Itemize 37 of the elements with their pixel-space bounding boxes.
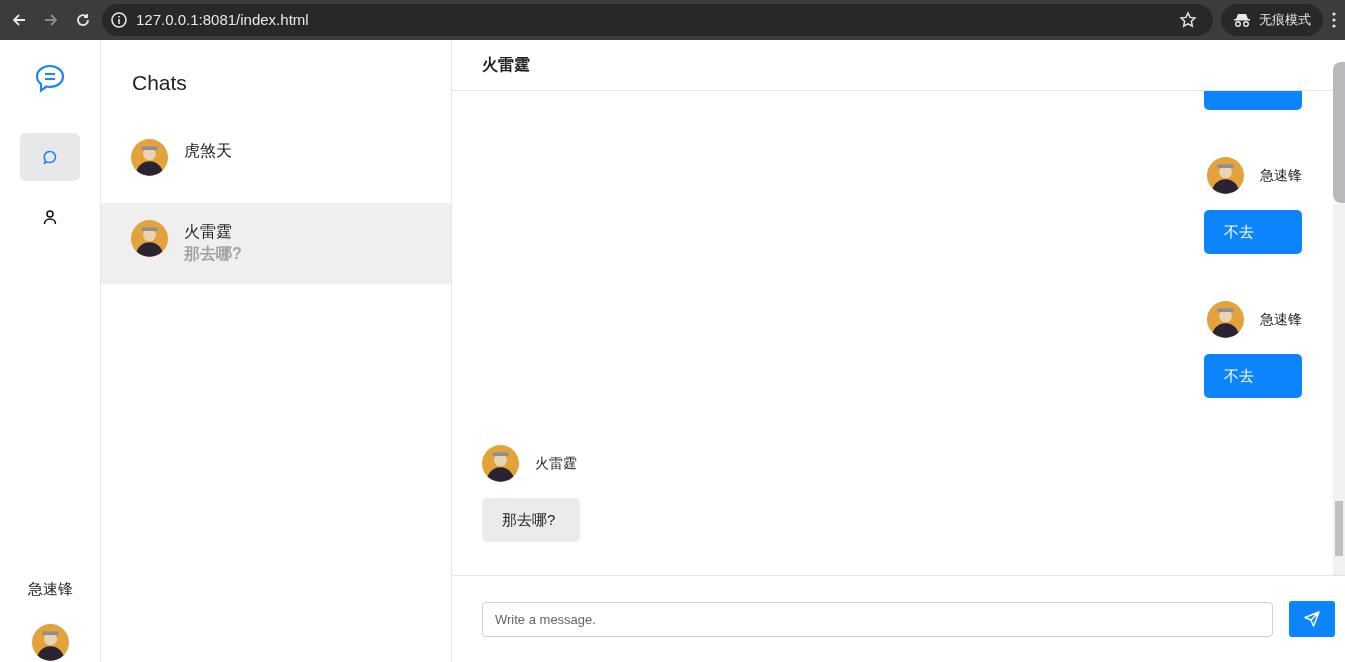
conversation-title: 火雷霆 (482, 55, 530, 75)
message-bubble: 不去 (1204, 210, 1302, 254)
address-bar[interactable]: 127.0.0.1:8081/index.html (102, 4, 1213, 36)
avatar (31, 624, 69, 661)
sender-name: 火雷霆 (535, 454, 577, 473)
sender-name: 急速锋 (1260, 310, 1302, 329)
chat-item[interactable]: 火雷霆 那去哪? (101, 202, 451, 284)
sender-name: 急速锋 (1260, 166, 1302, 185)
message-bubble: 那去哪? (482, 498, 580, 542)
contact-name: 火雷霆 (184, 221, 233, 242)
chat-logo-icon (34, 63, 66, 95)
message-bubble: 不去 (1204, 354, 1302, 398)
url-text: 127.0.0.1:8081/index.html (136, 9, 310, 30)
avatar (482, 445, 519, 482)
star-icon[interactable] (1179, 11, 1197, 29)
forward-icon[interactable] (43, 12, 59, 28)
message-preview: 那去哪? (184, 243, 242, 264)
avatar (1207, 157, 1244, 194)
message-input[interactable]: Write a message. (482, 601, 1273, 637)
send-button[interactable] (1289, 601, 1335, 637)
chat-item[interactable]: 虎煞天 (101, 121, 451, 203)
avatar (1207, 301, 1244, 338)
user-name: 急速锋 (27, 578, 73, 599)
user-icon (42, 209, 58, 225)
back-icon[interactable] (11, 12, 27, 28)
chats-title: Chats (131, 70, 188, 96)
avatar (131, 138, 168, 176)
avatar (131, 219, 168, 257)
contact-name: 虎煞天 (184, 140, 232, 161)
menu-icon[interactable] (1331, 12, 1337, 28)
send-icon (1304, 611, 1320, 627)
chat-icon (42, 149, 58, 165)
scrollbar[interactable] (1333, 204, 1345, 575)
incognito-badge[interactable]: 无痕模式 (1221, 4, 1323, 36)
incognito-icon (1233, 13, 1251, 27)
info-icon[interactable] (110, 11, 128, 29)
reload-icon[interactable] (75, 12, 91, 28)
